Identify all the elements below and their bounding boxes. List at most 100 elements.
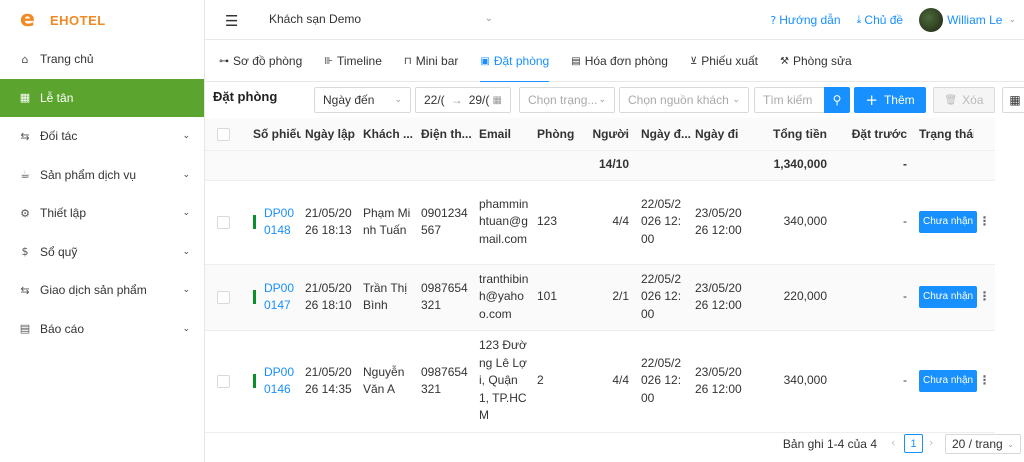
row-checkbox[interactable]: [217, 374, 230, 388]
sidebar-item-label: Trang chủ: [40, 52, 94, 67]
status-badge: Chưa nhận: [919, 370, 978, 392]
dollar-icon: $: [21, 245, 29, 259]
sidebar-item[interactable]: ☕ Sản phẩm dịch vụ ⌄: [0, 156, 204, 195]
calendar-icon: ▣: [480, 55, 490, 67]
tab[interactable]: ⊓ Mini bar: [404, 40, 459, 82]
date-from[interactable]: 22/(: [424, 93, 445, 107]
pagination: Bản ghi 1-4 của 4 ‹ 1 › 20 / trang ⌄: [205, 434, 1024, 458]
col-header[interactable]: Số phiếu: [243, 118, 301, 151]
filter-toolbar: Đặt phòng Ngày đến ⌄ 22/( → 29/( ▦ Chọn …: [205, 82, 1024, 118]
booking-code-link[interactable]: DP000147: [264, 280, 297, 315]
more-actions-icon[interactable]: ⋮: [974, 264, 995, 331]
email-cell: phamminhtuan@gmail.com: [475, 180, 533, 265]
bag-icon: ⊓: [403, 55, 412, 67]
chevron-down-icon: ⌄: [732, 95, 740, 105]
tab[interactable]: ▣ Đặt phòng: [480, 40, 549, 83]
date-type-select[interactable]: Ngày đến ⌄: [314, 87, 411, 113]
sidebar-item[interactable]: $ Sổ quỹ ⌄: [0, 233, 204, 272]
summary-guests: 14/10: [584, 150, 633, 181]
row-checkbox[interactable]: [217, 290, 230, 304]
brand-name: EHOTEL: [50, 12, 106, 28]
table-row[interactable]: DP000148 21/05/2026 18:13 Phạm Minh Tuấn 09…: [205, 180, 995, 265]
date-to[interactable]: 29/(: [469, 93, 490, 107]
help-link[interactable]: ? Hướng dẫn: [770, 13, 840, 27]
booking-code-link[interactable]: DP000146: [264, 364, 297, 399]
date-range-picker[interactable]: 22/( → 29/( ▦: [415, 87, 511, 113]
theme-label: Chủ đề: [864, 13, 904, 27]
tab-label: Hóa đơn phòng: [584, 54, 668, 68]
table-header: Số phiếu Ngày lập Khách ... Điện th... E…: [205, 118, 995, 151]
sidebar-item[interactable]: ⚙ Thiết lập ⌄: [0, 194, 204, 233]
sidebar-item[interactable]: ⇆ Đối tác ⌄: [0, 117, 204, 156]
search-icon: ⚲: [832, 93, 842, 107]
select-all-cell[interactable]: [205, 118, 243, 151]
col-header[interactable]: Phòng: [533, 118, 584, 151]
user-name[interactable]: William Le: [947, 13, 1002, 27]
page-button-current[interactable]: 1: [904, 434, 923, 453]
email-cell: 123 Đường Lê Lợi, Quận 1, TP.HCM: [475, 330, 533, 433]
search-input[interactable]: Tìm kiếm: [754, 87, 825, 113]
booking-code-link[interactable]: DP000148: [264, 205, 297, 240]
chevron-left-icon[interactable]: ‹: [891, 436, 895, 449]
add-button[interactable]: + Thêm: [854, 87, 926, 113]
theme-link[interactable]: ⤓ Chủ đề: [857, 13, 904, 27]
tab[interactable]: ⚒ Phòng sửa: [780, 40, 852, 82]
avatar[interactable]: [919, 8, 944, 32]
menu-toggle-icon[interactable]: ☰: [225, 12, 238, 30]
status-badge: Chưa nhận: [919, 211, 978, 233]
chevron-down-icon: ⌄: [182, 208, 190, 219]
page-size-value: 20 / trang: [952, 437, 1003, 451]
column-settings-button[interactable]: ▦: [1002, 87, 1024, 113]
chevron-down-icon[interactable]: ⌄: [1008, 15, 1016, 25]
col-header[interactable]: Người: [584, 118, 633, 151]
col-header[interactable]: Ngày đ...: [633, 118, 691, 151]
sidebar: e EHOTEL ⌂ Trang chủ ▦ Lễ tân ⇆ Đối tác ⌄ ☕ Sản …: [0, 0, 205, 462]
tab[interactable]: ⊪ Timeline: [324, 40, 382, 82]
module-tabs: ⊶ Sơ đồ phòng ⊪ Timeline ⊓ Mini bar ▣ Đặt phòng…: [205, 40, 1024, 83]
delete-button[interactable]: 🗑 Xóa: [933, 87, 995, 113]
source-select[interactable]: Chọn nguồn khách ⌄: [619, 87, 749, 113]
chevron-right-icon[interactable]: ›: [929, 436, 933, 449]
grid-icon: ▦: [19, 91, 31, 105]
page-title: Đặt phòng: [213, 89, 278, 104]
table-row[interactable]: DP000146 21/05/2026 14:35 Nguyễn Văn A 0987…: [205, 330, 995, 433]
col-header[interactable]: Điện th...: [417, 118, 475, 151]
search-button[interactable]: ⚲: [824, 87, 850, 113]
plus-icon: +: [865, 91, 878, 109]
arrive-cell: 22/05/2026 12:00: [633, 180, 691, 265]
page-size-select[interactable]: 20 / trang ⌄: [945, 434, 1021, 454]
delete-label: Xóa: [962, 93, 984, 107]
table-row[interactable]: DP000147 21/05/2026 18:10 Trần Thị Bình 098…: [205, 264, 995, 331]
tab[interactable]: ▤ Hóa đơn phòng: [571, 40, 668, 82]
logo[interactable]: e EHOTEL: [0, 0, 204, 40]
tab-label: Phòng sửa: [792, 54, 852, 68]
tab[interactable]: ⊶ Sơ đồ phòng: [219, 40, 302, 82]
col-header[interactable]: Ngày đi: [691, 118, 749, 151]
created-cell: 21/05/2026 18:13: [301, 180, 359, 265]
sidebar-item[interactable]: ▦ Lễ tân: [0, 78, 204, 117]
more-actions-icon[interactable]: ⋮: [974, 180, 995, 265]
select-all-checkbox[interactable]: [217, 127, 230, 141]
col-header[interactable]: Trạng thái: [911, 118, 974, 151]
more-actions-icon[interactable]: ⋮: [974, 330, 995, 433]
tab-label: Sơ đồ phòng: [233, 54, 303, 68]
phone-cell: 0987654321: [417, 330, 475, 433]
col-header[interactable]: Tổng tiền: [749, 118, 831, 151]
top-links: ? Hướng dẫn ⤓ Chủ đề William Le ⌄: [754, 0, 1016, 40]
status-select[interactable]: Chọn trạng... ⌄: [519, 87, 615, 113]
sidebar-item[interactable]: ⇆ Giao dịch sản phẩm ⌄: [0, 271, 204, 310]
hotel-select[interactable]: Khách sạn Demo ⌄: [269, 12, 493, 26]
row-checkbox[interactable]: [217, 215, 230, 229]
sidebar-item-label: Lễ tân: [40, 90, 74, 105]
created-cell: 21/05/2026 18:10: [301, 264, 359, 331]
sidebar-item[interactable]: ▤ Báo cáo ⌄: [0, 310, 204, 349]
sidebar-item[interactable]: ⌂ Trang chủ: [0, 40, 204, 79]
col-header[interactable]: Ngày lập: [301, 118, 359, 151]
network-icon: ⊶: [219, 55, 229, 67]
col-header[interactable]: Đặt trước: [831, 118, 911, 151]
col-header[interactable]: Khách ...: [359, 118, 417, 151]
chevron-down-icon: ⌄: [182, 169, 190, 180]
sidebar-item-label: Đối tác: [40, 129, 78, 144]
col-header[interactable]: Email: [475, 118, 533, 151]
tab[interactable]: ⊻ Phiếu xuất: [690, 40, 758, 82]
